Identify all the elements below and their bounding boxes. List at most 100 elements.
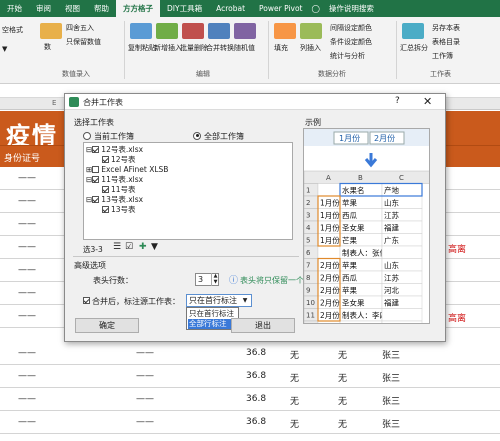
random-value-button[interactable]: 随机值 [234,43,255,53]
random-icon[interactable] [234,23,256,39]
batch-delete-button[interactable]: 批量删除 [180,43,208,53]
example-row-number: 9 [306,287,310,295]
tab-view[interactable]: 视图 [58,0,87,17]
column-insert-button[interactable]: 列插入 [300,43,321,53]
example-cell: 1月份 [320,223,340,233]
cell: 无 [338,397,348,407]
filter-icon[interactable]: ▼ [151,242,158,252]
dropdown-option-selected[interactable]: 全部行标注 [188,319,237,329]
summary-split-button[interactable]: 汇总拆分 [400,43,428,53]
tree-node[interactable]: ⊟ 11号表.xlsx [86,175,143,184]
tab-fangfang[interactable]: 方方格子 [116,0,160,17]
fill-button[interactable]: 填充 [274,43,288,53]
header-rows-value: 3 [198,275,204,284]
column-insert-icon[interactable] [300,23,322,39]
delete-icon[interactable] [182,23,204,39]
workbook-button[interactable]: 工作簿 [432,51,453,61]
paste-icon[interactable] [130,23,152,39]
tree-node[interactable]: 11号表 [102,185,136,194]
merge-icon[interactable] [208,23,230,39]
tab-home[interactable]: 开始 [0,0,29,17]
checkbox-icon[interactable] [92,195,100,203]
example-cell: 2月份 [320,285,340,295]
close-icon[interactable]: ✕ [423,95,432,108]
checkbox-icon[interactable] [102,185,109,193]
example-label: 示例 [305,118,321,127]
checkbox-icon[interactable] [92,165,100,173]
dialog-title-bar[interactable]: 合并工作表 ? ✕ [65,94,445,110]
cell: 无 [290,351,300,361]
round-button[interactable]: 四舍五入 [66,23,94,33]
space-format-dropdown[interactable]: ▼ [2,45,7,53]
sheet-list-button[interactable]: 表格目录 [432,37,460,47]
tab-review[interactable]: 审阅 [29,0,58,17]
check-all-icon[interactable]: ☑ [125,242,133,252]
save-sheet-button[interactable]: 另存本表 [432,23,460,33]
tree-node[interactable]: ⊟ 12号表.xlsx [86,145,143,154]
tab-help[interactable]: 帮助 [87,0,116,17]
example-cell: 圣女果 [342,298,365,308]
annotate-source-checkbox[interactable]: 合并后，标注源工作表： [83,296,180,307]
example-cell: 1月份 [320,210,340,220]
fill-icon[interactable] [274,23,296,39]
spinner-arrows-icon[interactable]: ▲ ▼ [211,273,219,286]
ribbon: 空格式 ▼ 数 四舍五入 只保留数值 数值录入 复制粘贴 新增插入 批量删除 合… [0,17,500,84]
group-data-analysis: 数据分析 [318,70,346,78]
merge-convert-button[interactable]: 合并转换 [206,43,234,53]
column-e-header[interactable]: E [52,99,56,107]
example-cell: 西瓜 [342,211,357,220]
example-cell: 1月份 [320,235,340,245]
example-grid: A B C1 水果名 产地2 1月份 苹果 山东3 1月份 西瓜 江苏4 1月份 圣女果 福建5 1月份 芒果… [304,170,429,323]
radio-all-workbooks[interactable]: 全部工作簿 [193,131,244,142]
id-header: 身份证号 [4,154,41,164]
tab-power-pivot[interactable]: Power Pivot [252,0,309,17]
checkbox-icon[interactable] [92,175,100,183]
temp-cell: 36.8 [246,371,267,381]
list-icon[interactable]: ☰ [113,242,121,252]
tab-diy[interactable]: DIY工具箱 [160,0,209,17]
dropdown-option[interactable]: 只在首行标注 [188,309,237,319]
interval-color-button[interactable]: 间隔设定颜色 [330,23,372,33]
keep-value-button[interactable]: 只保留数值 [66,37,101,47]
ok-button[interactable]: 确定 [75,318,139,333]
example-cell: 产地 [384,185,399,195]
stats-analysis-button[interactable]: 统计与分析 [330,51,365,61]
exit-button[interactable]: 退出 [231,318,295,333]
example-row-number: 8 [306,274,310,282]
checkbox-icon[interactable] [92,145,100,153]
tree-node[interactable]: 13号表 [102,205,136,214]
new-insert-button[interactable]: 新增插入 [154,43,182,53]
tab-acrobat[interactable]: Acrobat [209,0,252,17]
tree-node[interactable]: 12号表 [102,155,136,164]
example-col-header: A [326,174,331,182]
info-icon: ⓘ [229,276,239,286]
ribbon-tab-bar: 开始 审阅 视图 帮助 方方格子 DIY工具箱 Acrobat Power Pi… [0,0,500,17]
condition-color-button[interactable]: 条件设定颜色 [330,37,372,47]
checkbox-icon[interactable] [102,205,109,213]
divider [73,256,299,257]
sheet-tree[interactable]: ⊟ 12号表.xlsx 12号表 ⊞ Excel AFinet XLSB ⊟ 11号表… [83,142,293,240]
help-button[interactable]: ? [395,96,400,106]
summary-split-icon[interactable] [402,23,424,39]
example-row-number: 6 [306,249,311,257]
tree-node[interactable]: ⊟ 13号表.xlsx [86,195,143,204]
chevron-down-icon[interactable]: ▼ [239,295,251,306]
example-row-number: 10 [306,299,315,307]
number-icon[interactable] [40,23,62,39]
tell-me-search[interactable]: 操作说明搜索 [322,0,381,17]
radio-current-workbook[interactable]: 当前工作簿 [83,131,134,142]
cell: 无 [338,374,348,384]
example-tab-2: 2月份 [374,133,395,143]
tree-node[interactable]: ⊞ Excel AFinet XLSB [86,165,168,174]
example-cell: 苹果 [342,198,357,208]
paste-button[interactable]: 复制粘贴 [128,43,156,53]
add-icon[interactable]: ✚ [139,242,147,252]
checkbox-icon[interactable] [102,155,109,163]
checkbox-icon[interactable] [83,297,90,304]
example-row-number: 5 [306,237,310,245]
insert-icon[interactable] [156,23,178,39]
example-cell: 苹果 [342,285,357,295]
space-format-button[interactable]: 空格式 [2,25,23,35]
advanced-options-label: 高级选项 [74,261,106,270]
example-cell: 山东 [384,260,399,270]
